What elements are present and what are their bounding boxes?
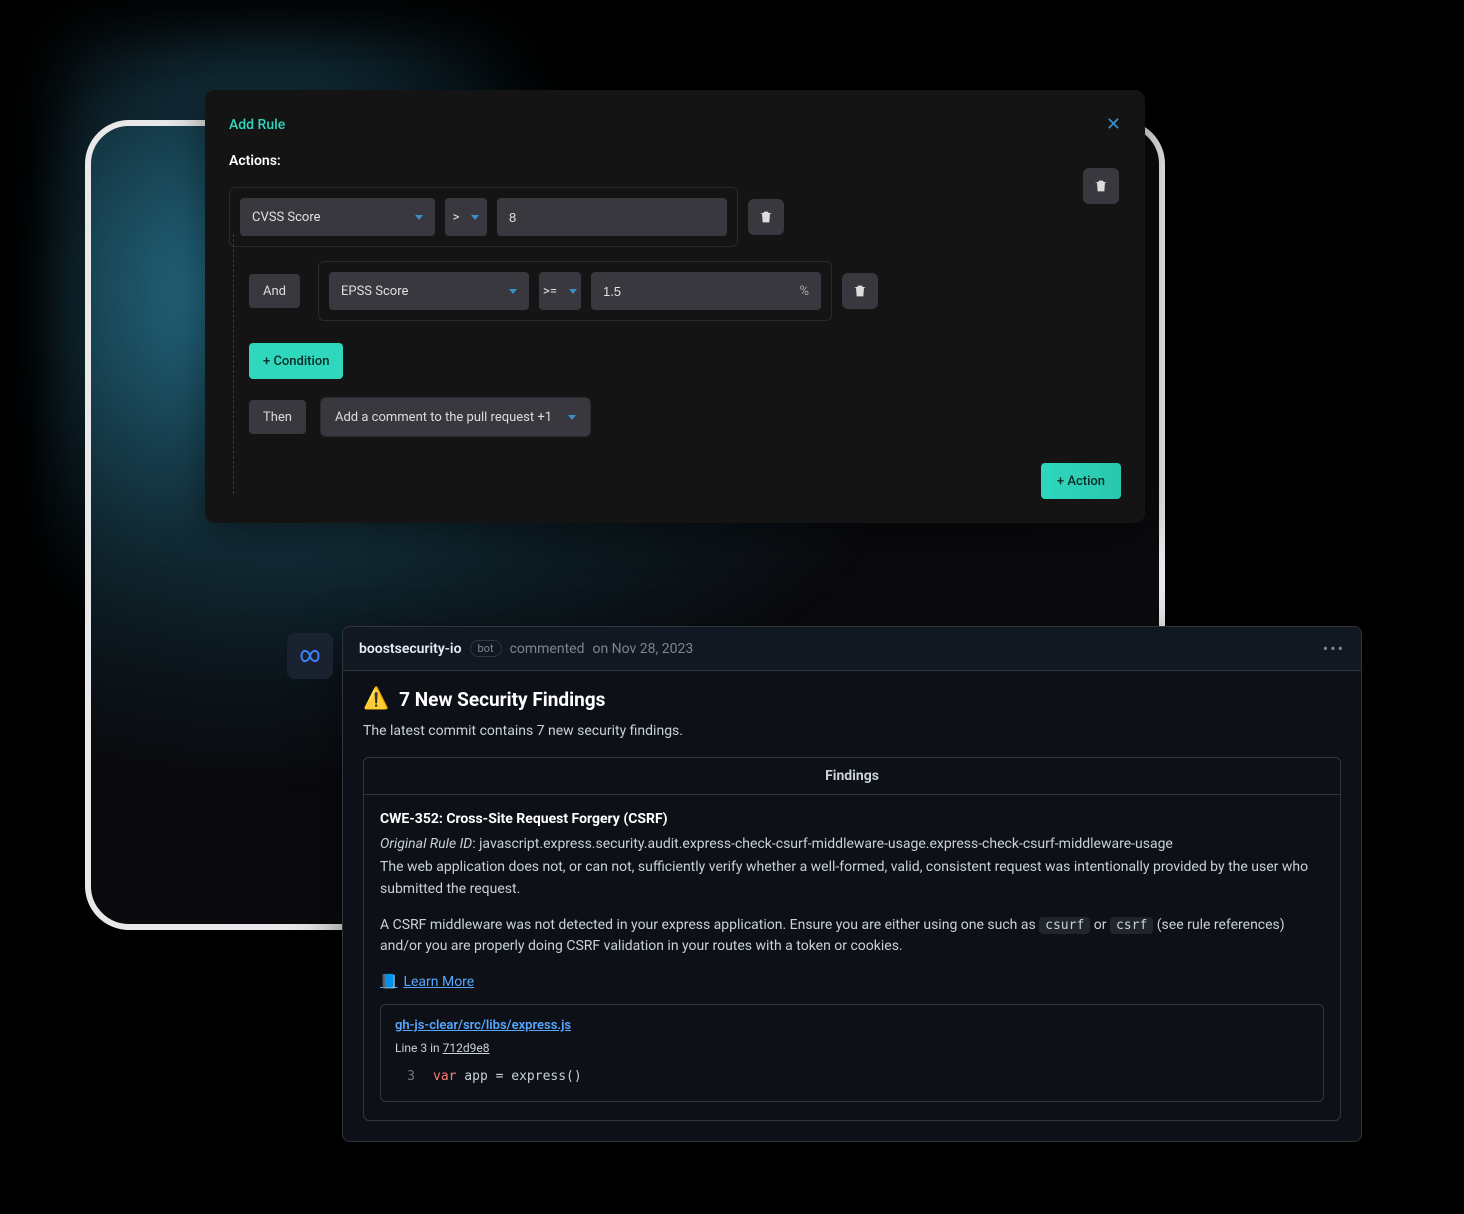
code-csurf: csurf	[1039, 917, 1090, 934]
value-input-1-field[interactable]	[509, 210, 715, 225]
operator-select-1[interactable]: >	[445, 198, 487, 236]
findings-heading: 7 New Security Findings	[399, 688, 605, 711]
delete-condition-2-button[interactable]	[842, 273, 878, 309]
connector-and-label: And	[263, 284, 286, 299]
original-rule-id: javascript.express.security.audit.expres…	[479, 836, 1173, 852]
chevron-down-icon	[509, 289, 517, 294]
commit-hash-link[interactable]: 712d9e8	[443, 1041, 490, 1055]
value-input-1[interactable]	[497, 198, 727, 236]
kebab-menu-icon[interactable]: •••	[1323, 639, 1345, 658]
document-icon: 📘	[380, 972, 397, 994]
findings-table: Findings CWE-352: Cross-Site Request For…	[363, 757, 1341, 1121]
cwe-title: CWE-352: Cross-Site Request Forgery (CSR…	[380, 809, 1324, 831]
operator-select-2-label: >=	[543, 284, 557, 299]
comment-date: on Nov 28, 2023	[592, 641, 693, 657]
infinity-icon	[293, 639, 327, 673]
finding-description-2: A CSRF middleware was not detected in yo…	[380, 915, 1324, 958]
finding-description-1: The web application does not, or can not…	[380, 857, 1324, 900]
comment-author[interactable]: boostsecurity-io	[359, 641, 462, 657]
condition-group-2: EPSS Score >= %	[318, 261, 832, 321]
delete-action-button[interactable]	[1083, 168, 1119, 204]
then-action-select[interactable]: Add a comment to the pull request +1	[320, 397, 591, 437]
file-link[interactable]: gh-js-clear/src/libs/express.js	[395, 1018, 571, 1033]
then-chip-label: Then	[263, 410, 292, 425]
chevron-down-icon	[569, 289, 577, 294]
learn-more-link[interactable]: 📘 Learn More	[380, 972, 474, 994]
then-chip: Then	[249, 400, 306, 434]
add-action-button[interactable]: + Action	[1041, 463, 1121, 499]
value-suffix-2: %	[799, 284, 809, 299]
value-input-2-field[interactable]	[603, 284, 768, 299]
value-input-2[interactable]: %	[591, 272, 821, 310]
actions-label: Actions:	[229, 153, 1121, 169]
field-select-2-label: EPSS Score	[341, 284, 408, 299]
code-csrf: csrf	[1110, 917, 1153, 934]
condition-group-1: CVSS Score >	[229, 187, 738, 247]
bot-badge: bot	[470, 640, 502, 657]
line-label: Line 3 in	[395, 1041, 443, 1055]
field-select-1-label: CVSS Score	[252, 210, 321, 225]
field-select-2[interactable]: EPSS Score	[329, 272, 529, 310]
add-condition-button[interactable]: + Condition	[249, 343, 343, 379]
add-rule-modal: Add Rule ✕ Actions: CVSS Score > A	[205, 90, 1145, 523]
chevron-down-icon	[415, 215, 423, 220]
chevron-down-icon	[568, 415, 576, 420]
code-rest: app = express()	[456, 1069, 581, 1084]
github-comment: boostsecurity-io bot commented on Nov 28…	[342, 626, 1362, 1142]
modal-title: Add Rule	[229, 117, 285, 133]
chevron-down-icon	[471, 215, 479, 220]
learn-more-label: Learn More	[403, 972, 474, 994]
findings-subheading: The latest commit contains 7 new securit…	[363, 723, 1341, 739]
field-select-1[interactable]: CVSS Score	[240, 198, 435, 236]
operator-select-1-label: >	[453, 210, 460, 225]
connector-and[interactable]: And	[249, 274, 300, 308]
delete-condition-1-button[interactable]	[748, 199, 784, 235]
operator-select-2[interactable]: >=	[539, 272, 581, 310]
commented-label: commented	[510, 641, 585, 657]
warning-icon: ⚠️	[363, 687, 389, 711]
code-block: gh-js-clear/src/libs/express.js Line 3 i…	[380, 1004, 1324, 1102]
avatar	[287, 633, 333, 679]
then-action-label: Add a comment to the pull request +1	[335, 410, 552, 425]
code-keyword: var	[433, 1069, 456, 1084]
code-line-number: 3	[395, 1067, 415, 1087]
close-icon[interactable]: ✕	[1106, 114, 1121, 135]
findings-table-header: Findings	[364, 758, 1340, 795]
original-rule-label: Original Rule ID	[380, 836, 472, 852]
